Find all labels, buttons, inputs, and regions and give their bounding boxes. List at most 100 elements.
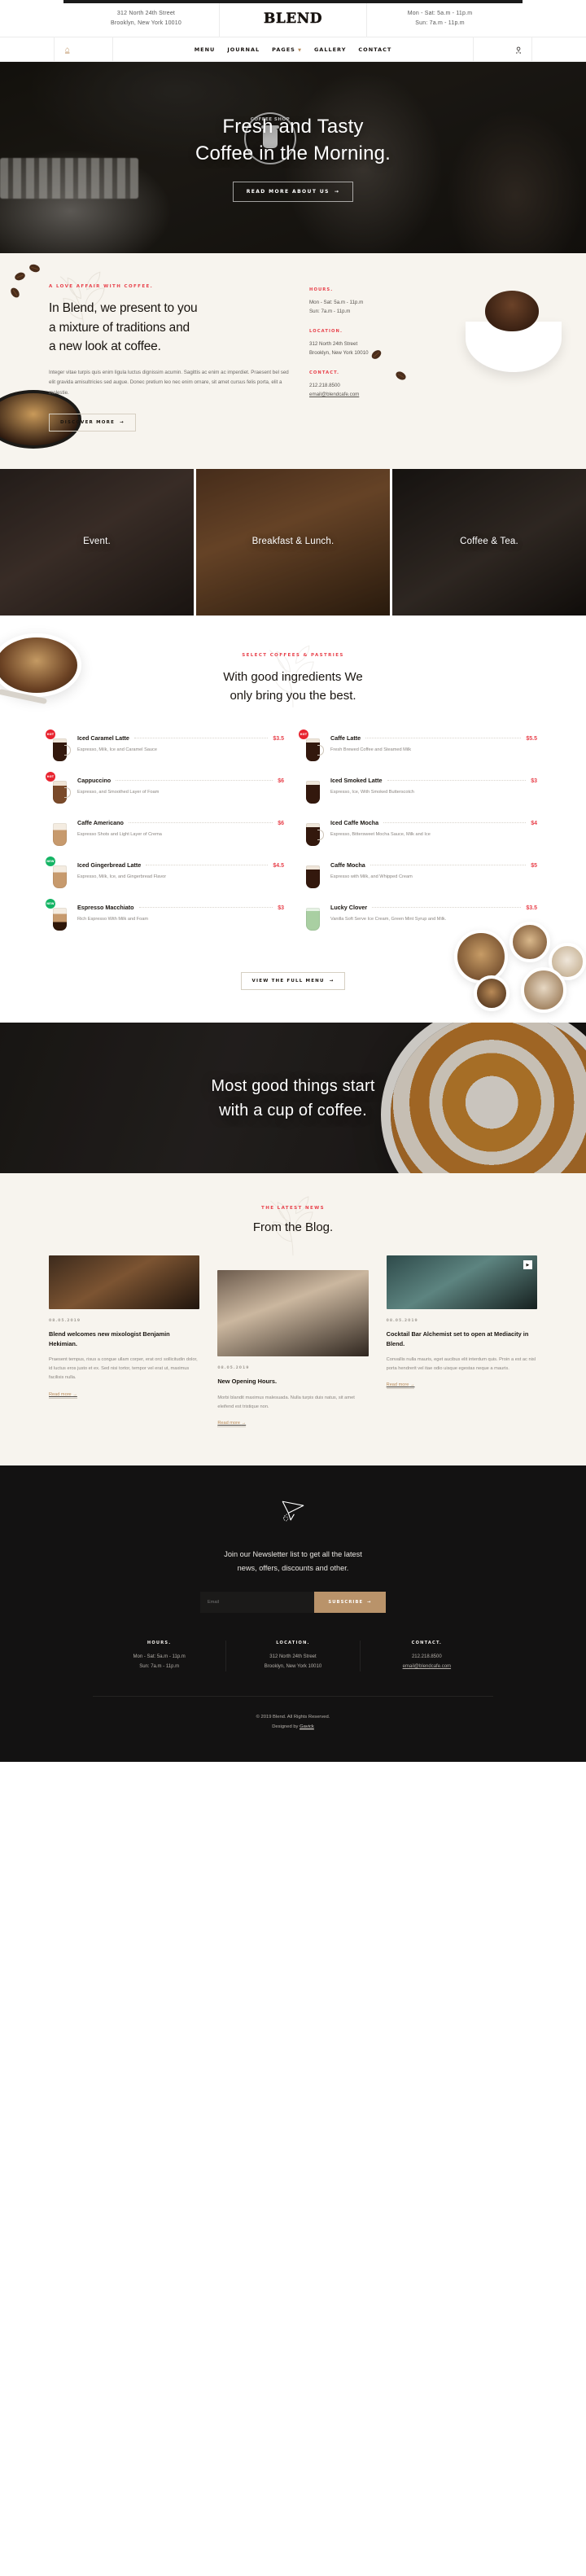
read-more-link[interactable]: Read more → (49, 1392, 77, 1399)
coffee-glass-icon (53, 738, 71, 762)
address-line-1: 312 North 24th Street (116, 10, 176, 16)
post-thumbnail: ▶ (386, 1255, 537, 1310)
arrow-right-icon: → (120, 419, 125, 425)
category-tile-coffee-tea[interactable]: Coffee & Tea. (392, 468, 586, 616)
menu-item[interactable]: NEW Iced Gingerbread Latte $4.5 Espresso… (46, 853, 284, 896)
newsletter-line-2: news, offers, discounts and other. (237, 1563, 349, 1572)
menu-item-thumbnail: HOT (46, 772, 71, 804)
arrow-right-icon: → (334, 189, 340, 195)
hero-section: COFFEE SHOP Fresh and Tasty Coffee in th… (0, 62, 586, 253)
nav-item-contact[interactable]: CONTACT (358, 46, 391, 53)
menu-item[interactable]: Caffe Americano $6 Espresso Shots and Li… (49, 811, 284, 853)
menu-item-thumbnail (302, 818, 324, 847)
dot-leader (372, 907, 522, 909)
menu-column-right: HOT Caffe Latte $5.5 Fresh Brewed Coffee… (299, 726, 537, 938)
menu-item-price: $5.5 (526, 736, 537, 743)
menu-item-name: Caffe Latte (330, 734, 361, 743)
subscribe-label: SUBSCRIBE (328, 1599, 364, 1605)
blog-post-card[interactable]: ▶ 08.05.2019 Cocktail Bar Alchemist set … (386, 1255, 537, 1390)
hero-cta-button[interactable]: READ MORE ABOUT US → (232, 182, 354, 203)
site-logo[interactable]: BLEND (220, 0, 366, 37)
menu-item-name: Caffe Mocha (330, 861, 365, 870)
dot-leader (116, 780, 273, 782)
menu-item-name: Cappuccino (77, 777, 112, 785)
menu-item-name: Espresso Macchiato (77, 904, 134, 912)
category-tile-breakfast-lunch[interactable]: Breakfast & Lunch. (196, 468, 390, 616)
location-line-1: 312 North 24th Street (269, 1654, 317, 1659)
arrow-right-icon: → (241, 1420, 247, 1426)
arrow-right-icon: → (367, 1599, 372, 1605)
dot-leader (383, 822, 527, 824)
hero-cta-label: READ MORE ABOUT US (246, 189, 330, 195)
footer-divider (93, 1696, 493, 1698)
blog-post-card[interactable]: 08.05.2019 Blend welcomes new mixologist… (49, 1255, 200, 1399)
nav-item-menu[interactable]: MENU (195, 46, 216, 53)
footer-copyright: © 2019 Blend. All Rights Reserved. Desig… (0, 1713, 586, 1732)
footer-body-contact: 212.218.8500 email@blendcafe.com (365, 1653, 488, 1671)
menu-item-name: Lucky Clover (330, 904, 368, 912)
menu-item-description: Vanilla Soft Serve Ice Cream, Green Mint… (330, 917, 447, 922)
menu-item[interactable]: Iced Caffe Mocha $4 Espresso, Bitterswee… (302, 811, 537, 853)
info-label-contact: CONTACT. (309, 370, 340, 375)
info-label-hours: HOURS. (309, 287, 334, 292)
info-body-hours: Mon - Sat: 5a.m - 11p.m Sun: 7a.m - 11p.… (309, 298, 405, 317)
about-heading: In Blend, we present to you a mixture of… (49, 299, 293, 357)
read-more-label: Read more (386, 1382, 409, 1388)
menu-item-thumbnail (302, 776, 323, 804)
menu-item[interactable]: Caffe Mocha $5 Espresso with Milk, and W… (302, 853, 537, 896)
menu-section: SELECT COFFEES & PASTRIES With good ingr… (0, 615, 586, 1023)
newsletter-block: Join our Newsletter list to get all the … (0, 1498, 586, 1613)
blog-post-card[interactable]: 08.05.2019 New Opening Hours. Morbi blan… (217, 1255, 369, 1428)
nav-item-pages[interactable]: PAGES ▼ (272, 46, 302, 53)
menu-item-price: $3.5 (273, 736, 284, 743)
footer-label-contact: CONTACT. (411, 1640, 442, 1645)
menu-item-description: Espresso Shots and Light Layer of Crema (77, 832, 162, 838)
menu-item-description: Espresso, Bittersweet Mocha Sauce, Milk … (330, 832, 431, 838)
top-bar: 312 North 24th Street Brooklyn, New York… (0, 0, 586, 37)
category-tile-event[interactable]: Event. (0, 468, 194, 616)
menu-item[interactable]: Lucky Clover $3.5 Vanilla Soft Serve Ice… (302, 896, 537, 938)
blog-heading: From the Blog. (252, 1220, 334, 1235)
post-title: New Opening Hours. (217, 1378, 278, 1386)
info-body-location: 312 North 24th Street Brooklyn, New York… (309, 340, 405, 358)
view-full-menu-label: VIEW THE FULL MENU (251, 979, 325, 984)
read-more-label: Read more (49, 1391, 72, 1397)
quote-line-1: Most good things start (211, 1076, 375, 1095)
about-cta-button[interactable]: DISCOVER MORE → (49, 413, 136, 432)
read-more-link[interactable]: Read more → (217, 1420, 247, 1427)
nav-item-gallery[interactable]: GALLERY (314, 46, 346, 53)
read-more-link[interactable]: Read more → (386, 1382, 415, 1390)
menu-item[interactable]: HOT Cappuccino $6 Espresso, and Smoothed… (46, 769, 284, 811)
quote-line-2: with a cup of coffee. (219, 1101, 367, 1119)
coffee-glass-icon (53, 908, 67, 931)
menu-item-name: Iced Caffe Mocha (330, 819, 379, 827)
coffee-glass-icon (306, 781, 320, 804)
hero-title-line-2: Coffee in the Morning. (195, 142, 391, 164)
hero-title: Fresh and Tasty Coffee in the Morning. (195, 113, 391, 167)
view-full-menu-button[interactable]: VIEW THE FULL MENU → (240, 972, 346, 991)
email-link[interactable]: email@blendcafe.com (403, 1664, 451, 1669)
menu-item[interactable]: HOT Iced Caramel Latte $3.5 Espresso, Mi… (46, 726, 284, 769)
menu-item[interactable]: Iced Smoked Latte $3 Espresso, Ice, With… (302, 769, 537, 811)
search-icon[interactable]: ⚲ (516, 46, 521, 53)
menu-item-thumbnail: NEW (46, 856, 70, 889)
coffee-bean-icon (13, 270, 27, 283)
menu-item-thumbnail (49, 818, 70, 847)
footer-col-location: LOCATION. 312 North 24th Street Brooklyn… (225, 1640, 359, 1672)
email-link[interactable]: email@blendcafe.com (309, 392, 359, 397)
play-icon[interactable]: ▶ (523, 1260, 532, 1270)
email-input[interactable] (200, 1591, 314, 1613)
coffee-bean-icon (9, 286, 21, 300)
menu-item-price: $3.5 (526, 905, 537, 912)
category-label: Breakfast & Lunch. (251, 536, 335, 546)
menu-item[interactable]: HOT Caffe Latte $5.5 Fresh Brewed Coffee… (299, 726, 537, 769)
menu-item-price: $4 (531, 821, 537, 827)
designer-link[interactable]: Gavick (300, 1724, 314, 1730)
nav-item-journal[interactable]: JOURNAL (227, 46, 260, 53)
menu-item[interactable]: NEW Espresso Macchiato $3 Rich Espresso … (46, 896, 284, 938)
home-icon[interactable]: ⌂ (65, 46, 69, 53)
subscribe-button[interactable]: SUBSCRIBE → (314, 1591, 386, 1613)
location-line-2: Brooklyn, New York 10010 (264, 1663, 322, 1669)
page-root: 312 North 24th Street Brooklyn, New York… (0, 0, 586, 1762)
about-heading-line-3: a new look at coffee. (49, 340, 161, 354)
